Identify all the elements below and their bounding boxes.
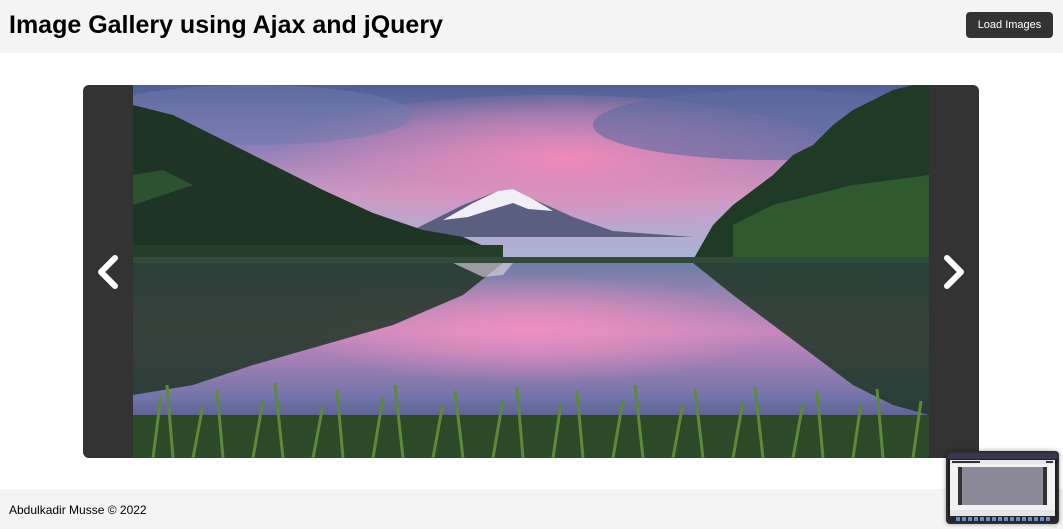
load-images-button[interactable]: Load Images [966,12,1053,38]
chevron-left-icon [98,254,118,289]
page-title: Image Gallery using Ajax and jQuery [9,11,443,39]
image-gallery [83,85,979,458]
next-image-button[interactable] [929,85,979,458]
chevron-right-icon [944,254,964,289]
copyright-text: Abdulkadir Musse © 2022 [9,503,147,517]
page-footer: Abdulkadir Musse © 2022 [0,489,1063,529]
previous-image-button[interactable] [83,85,133,458]
page-header: Image Gallery using Ajax and jQuery Load… [0,0,1063,53]
gallery-image [133,85,929,458]
screen-preview-thumbnail[interactable] [946,451,1059,524]
